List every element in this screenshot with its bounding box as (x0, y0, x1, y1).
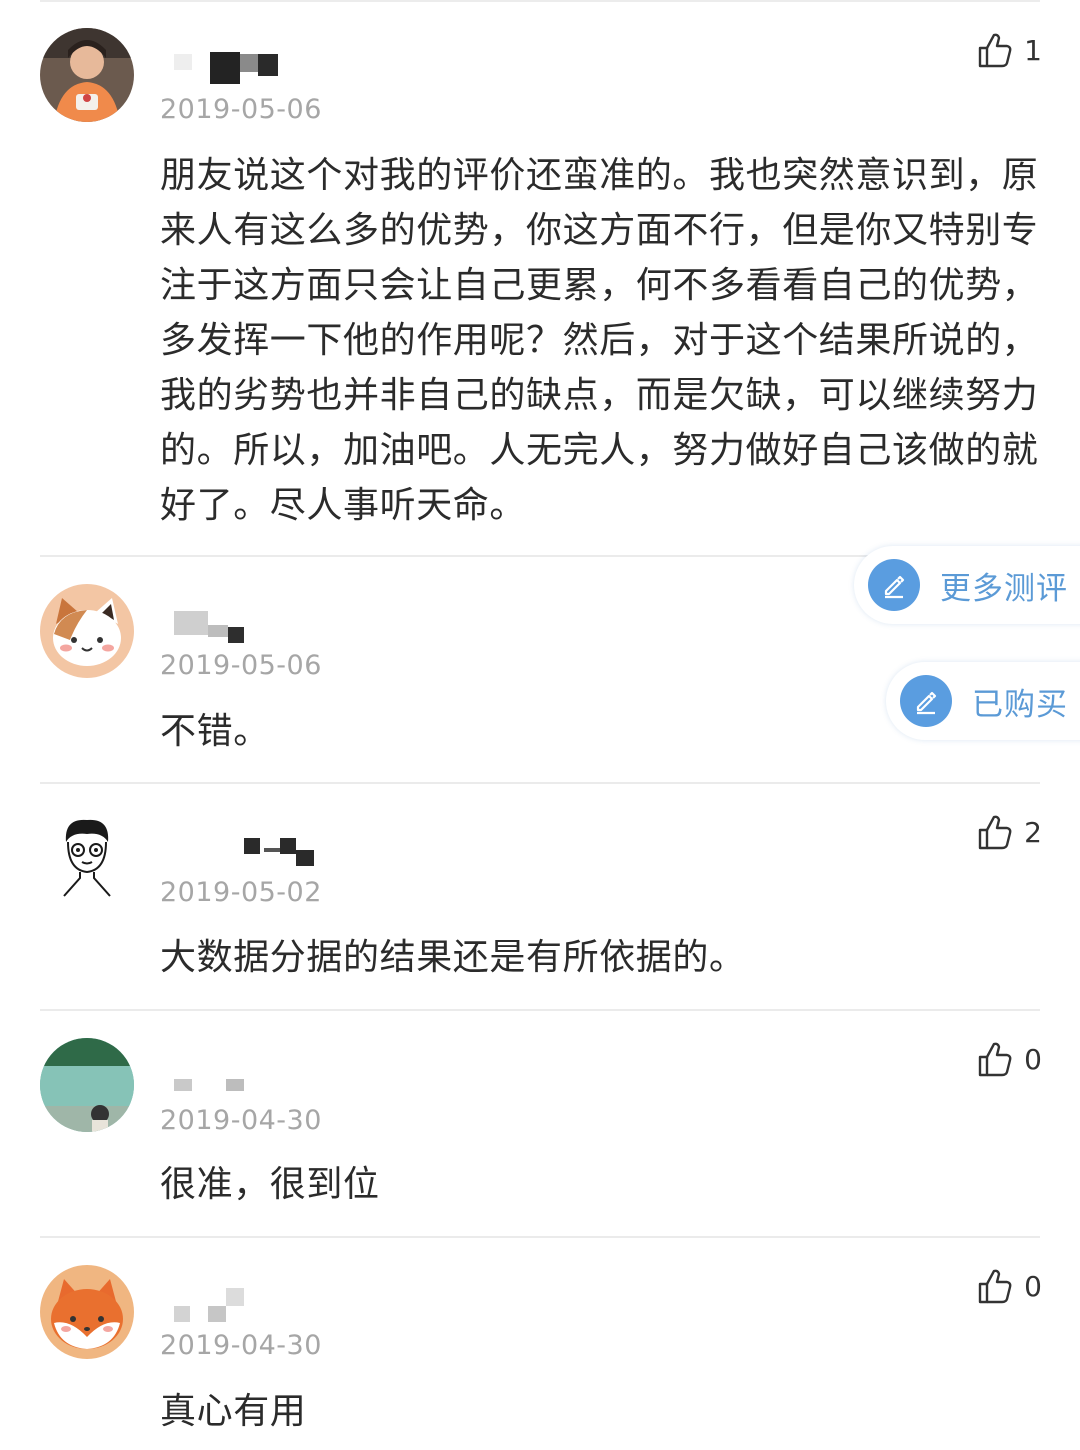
like-count: 0 (1024, 1269, 1042, 1303)
comment-item: 2019-05-02 大数据分据的结果还是有所依据的。 2 (0, 784, 1080, 1011)
user-photo-avatar[interactable] (40, 28, 134, 122)
comment-item: 2019-04-30 很准，很到位 0 (0, 1011, 1080, 1238)
like-button[interactable]: 0 (978, 1266, 1042, 1306)
like-count: 1 (1024, 33, 1042, 67)
comment-item: 2019-04-30 真心有用 0 (0, 1238, 1080, 1450)
comment-text: 很准，很到位 (160, 1164, 380, 1205)
comment-text: 朋友说这个对我的评价还蛮准的。我也突然意识到，原来人有这么多的优势，你这方面不行… (160, 155, 1039, 526)
cat-avatar[interactable] (40, 584, 134, 678)
thumbs-up-icon (978, 1041, 1012, 1077)
cartoon-boy-avatar[interactable] (40, 812, 134, 906)
username-redacted (160, 607, 260, 647)
username-redacted (160, 832, 320, 872)
like-button[interactable]: 0 (978, 1039, 1042, 1079)
comment-date: 2019-04-30 (160, 1330, 322, 1361)
scenery-photo-avatar[interactable] (40, 1038, 134, 1132)
comment-date: 2019-04-30 (160, 1105, 322, 1136)
like-count: 0 (1024, 1042, 1042, 1076)
comment-item: 2019-05-06 朋友说这个对我的评价还蛮准的。我也突然意识到，原来人有这么… (0, 0, 1080, 557)
more-reviews-label: 更多测评 (940, 570, 1068, 607)
thumbs-up-icon (978, 1268, 1012, 1304)
comment-text: 大数据分据的结果还是有所依据的。 (160, 937, 746, 978)
like-button[interactable]: 2 (978, 812, 1042, 852)
pencil-icon (900, 675, 952, 727)
comment-date: 2019-05-02 (160, 877, 322, 908)
thumbs-up-icon (978, 814, 1012, 850)
comment-text: 真心有用 (160, 1391, 307, 1432)
username-redacted (160, 48, 290, 88)
comment-date: 2019-05-06 (160, 94, 322, 125)
username-redacted (160, 1286, 260, 1326)
more-reviews-button[interactable]: 更多测评 (854, 546, 1080, 624)
purchased-label: 已购买 (972, 686, 1068, 723)
purchased-button[interactable]: 已购买 (886, 662, 1080, 740)
comment-date: 2019-05-06 (160, 650, 322, 681)
like-button[interactable]: 1 (978, 30, 1042, 70)
thumbs-up-icon (978, 32, 1012, 68)
pencil-icon (868, 559, 920, 611)
fox-avatar[interactable] (40, 1265, 134, 1359)
like-count: 2 (1024, 815, 1042, 849)
